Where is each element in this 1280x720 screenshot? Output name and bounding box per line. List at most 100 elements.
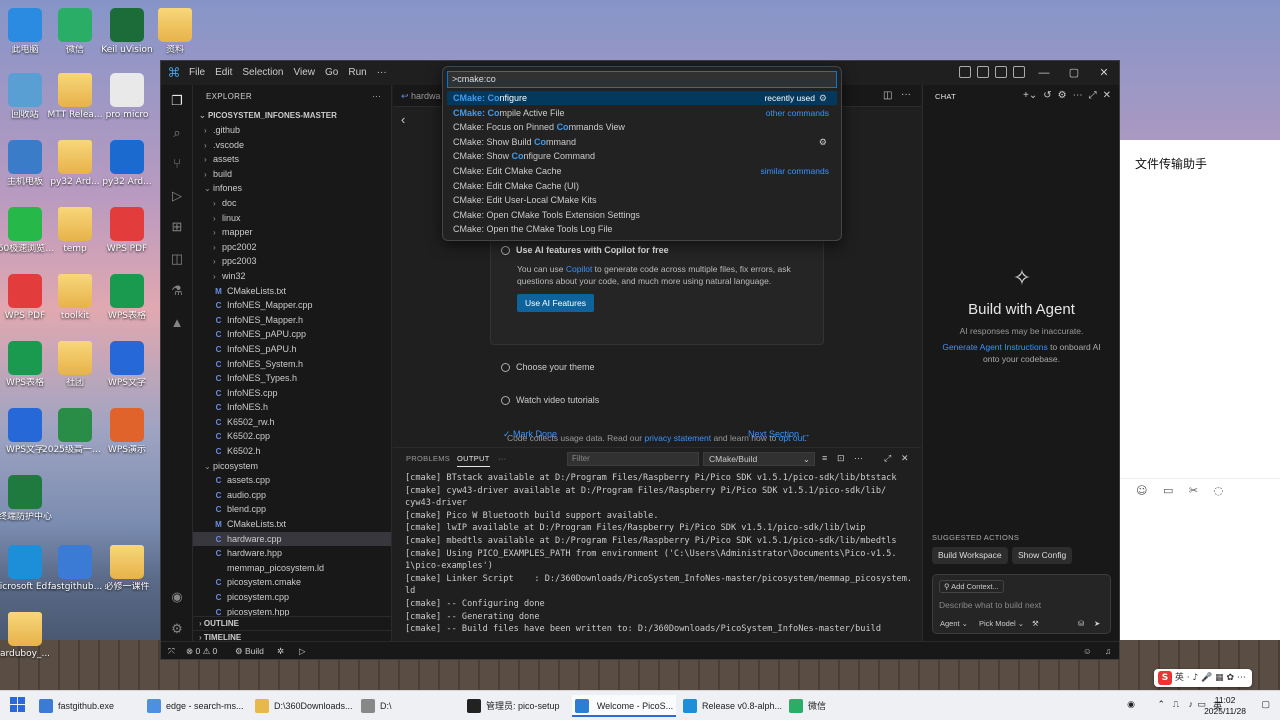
notification-icon[interactable]: ▢ xyxy=(1261,699,1270,710)
desktop-icon[interactable]: 资料 xyxy=(140,8,210,56)
tree-file[interactable]: Cpicosystem.cmake xyxy=(193,575,391,590)
desktop-icon[interactable]: WPS PDF xyxy=(92,207,162,255)
notifications-bell-icon[interactable]: ♫ xyxy=(1105,646,1111,656)
tab-output[interactable]: OUTPUT xyxy=(457,454,490,467)
show-config-button[interactable]: Show Config xyxy=(1012,547,1073,564)
copilot-step-title[interactable]: Use AI features with Copilot for free xyxy=(516,245,669,255)
tree-file[interactable]: C InfoNES_Mapper.h xyxy=(193,313,391,328)
run-debug-icon[interactable]: ▷ xyxy=(169,188,185,204)
tree-folder[interactable]: ⌄ infones xyxy=(193,181,391,196)
account-icon[interactable]: ◉ xyxy=(169,589,185,605)
step-watch-videos[interactable]: Watch video tutorials xyxy=(501,395,599,406)
tree-file[interactable]: memmap_picosystem.ld xyxy=(193,561,391,576)
taskbar-app[interactable]: Welcome - PicoS... xyxy=(572,695,676,717)
model-picker[interactable]: Pick Model ⌄ xyxy=(979,619,1024,628)
gear-icon[interactable]: ⚙ xyxy=(819,135,827,149)
desktop-icon[interactable]: py32 Ard... xyxy=(92,140,162,188)
command-item[interactable]: CMake: Show Configure Command xyxy=(447,149,837,163)
tree-folder[interactable]: › .vscode xyxy=(193,138,391,153)
taskbar-app[interactable]: Release v0.8-alph... xyxy=(680,695,784,717)
tree-file[interactable]: C InfoNES_pAPU.cpp xyxy=(193,327,391,342)
menu-item[interactable]: ··· xyxy=(377,67,387,78)
menu-item[interactable]: Selection xyxy=(242,67,283,78)
send-icon[interactable]: ➤ xyxy=(1094,619,1100,628)
tree-folder[interactable]: › .github xyxy=(193,123,391,138)
step-radio[interactable] xyxy=(501,246,510,256)
debug-icon[interactable]: ✲ xyxy=(277,646,284,657)
privacy-statement-link[interactable]: privacy statement xyxy=(644,433,711,443)
output-channel-select[interactable]: CMake/Build ⌄ xyxy=(703,452,815,466)
taskbar-app[interactable]: D:\360Downloads... xyxy=(252,695,356,717)
tree-file[interactable]: C InfoNES.cpp xyxy=(193,386,391,401)
workspace-root[interactable]: ⌄ PICOSYSTEM_INFONES-MASTER xyxy=(193,109,391,123)
desktop-icon[interactable]: arduboy_... xyxy=(0,612,60,660)
tree-file[interactable]: M CMakeLists.txt xyxy=(193,517,391,532)
menu-item[interactable]: Go xyxy=(325,67,338,78)
copilot-icon[interactable]: ☺ xyxy=(1083,646,1092,656)
taskbar-app[interactable]: 微信 xyxy=(786,695,866,717)
maximize-icon[interactable]: ⤢ xyxy=(1089,90,1097,101)
start-windows-icon[interactable] xyxy=(10,697,26,713)
history-icon[interactable]: ↺ xyxy=(1043,90,1051,101)
search-icon[interactable]: ⌕ xyxy=(169,125,185,141)
output-filter-input[interactable]: Filter xyxy=(567,452,699,466)
step-radio[interactable] xyxy=(501,396,510,406)
cmake-icon[interactable]: ▲ xyxy=(169,315,185,331)
minimize-icon[interactable]: — xyxy=(1029,61,1059,85)
source-control-icon[interactable]: ⑂ xyxy=(169,156,185,172)
gear-icon[interactable]: ⚙ xyxy=(819,91,827,105)
desktop-icon[interactable]: 终端防护中心 xyxy=(0,475,60,523)
step-radio[interactable] xyxy=(501,363,510,373)
close-icon[interactable]: ✕ xyxy=(1103,90,1111,101)
tree-file[interactable]: Chardware.cpp xyxy=(193,531,391,547)
panel-more-icon[interactable]: ··· xyxy=(498,454,506,463)
chevron-up-icon[interactable]: ⌃ xyxy=(1157,699,1165,710)
tree-folder[interactable]: › mapper xyxy=(193,225,391,240)
tree-folder[interactable]: › doc xyxy=(193,196,391,211)
use-ai-features-button[interactable]: Use AI Features xyxy=(517,294,594,312)
chat-more-icon[interactable]: ⋯ xyxy=(1073,90,1083,101)
build-workspace-button[interactable]: Build Workspace xyxy=(932,547,1008,564)
close-panel-icon[interactable]: ✕ xyxy=(901,453,909,464)
menu-item[interactable]: Edit xyxy=(215,67,232,78)
remote-icon[interactable]: ⤧ xyxy=(168,646,175,657)
back-arrow-icon[interactable]: ‹ xyxy=(401,112,405,127)
tree-file[interactable]: C InfoNES_pAPU.h xyxy=(193,342,391,357)
tree-folder[interactable]: › build xyxy=(193,167,391,182)
desktop-icon[interactable]: WPS演示 xyxy=(92,408,162,456)
wechat-tray-icon[interactable]: ◉ xyxy=(1127,699,1135,710)
close-icon[interactable]: ✕ xyxy=(1089,61,1119,85)
opt-out-link[interactable]: opt out xyxy=(779,433,805,443)
more-actions-icon[interactable]: ··· xyxy=(372,85,381,109)
copilot-link[interactable]: Copilot xyxy=(566,264,592,274)
maximize-icon[interactable]: ▢ xyxy=(1059,61,1089,85)
chat-input[interactable]: Describe what to build next xyxy=(939,600,1041,610)
tree-folder[interactable]: › linux xyxy=(193,211,391,226)
editor-tab[interactable]: ↩ hardwa xyxy=(393,85,441,107)
wechat-toolbar[interactable]: ☺ ▭ ✂ ◌ xyxy=(1120,478,1280,502)
desktop-icon[interactable]: WPS表格 xyxy=(92,274,162,322)
toggle-secondary-sidebar-icon[interactable] xyxy=(1013,66,1025,78)
command-item[interactable]: CMake: Compile Active File other commands xyxy=(447,106,837,120)
tree-file[interactable]: Cassets.cpp xyxy=(193,473,391,488)
tools-icon[interactable]: ⚒ xyxy=(1032,619,1039,628)
cmake-build-button[interactable]: ⚙ Build xyxy=(235,646,264,657)
tree-folder[interactable]: › win32 xyxy=(193,269,391,284)
command-item[interactable]: CMake: Open CMake Tools Extension Settin… xyxy=(447,208,837,222)
agent-mode-select[interactable]: Agent ⌄ xyxy=(940,619,968,628)
testing-icon[interactable]: ⚗ xyxy=(169,283,185,299)
tree-file[interactable]: C InfoNES.h xyxy=(193,400,391,415)
settings-gear-icon[interactable]: ⚙ xyxy=(169,621,185,637)
ime-toolbar[interactable]: S 英 · ♪ 🎤 ▦ ✿ ⋯ xyxy=(1154,669,1252,687)
step-choose-theme[interactable]: Choose your theme xyxy=(501,362,595,373)
tree-file[interactable]: Cblend.cpp xyxy=(193,502,391,517)
taskbar-app[interactable]: D:\ xyxy=(358,695,458,717)
remote-explorer-icon[interactable]: ◫ xyxy=(169,251,185,267)
editor-more-icon[interactable]: ··· xyxy=(901,89,911,100)
tree-file[interactable]: C InfoNES_System.h xyxy=(193,357,391,372)
clock[interactable]: 11:02 2025/11/28 xyxy=(1204,695,1246,717)
tree-folder[interactable]: › ppc2002 xyxy=(193,240,391,255)
tree-file[interactable]: M CMakeLists.txt xyxy=(193,284,391,299)
split-editor-icon[interactable]: ◫ xyxy=(883,90,892,101)
menu-item[interactable]: View xyxy=(294,67,316,78)
